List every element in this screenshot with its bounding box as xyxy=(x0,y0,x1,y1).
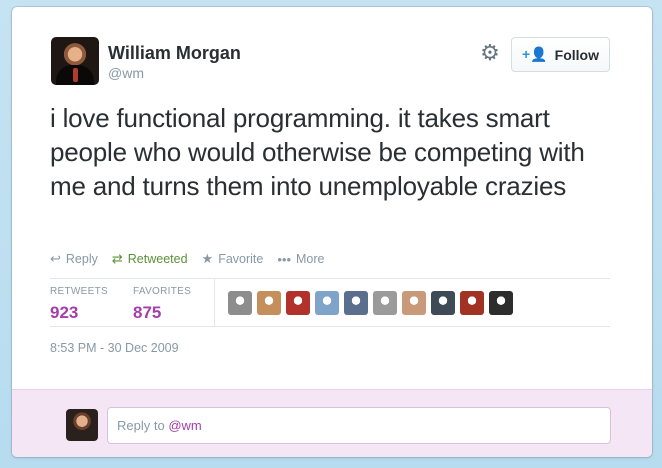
favoriter-avatar[interactable] xyxy=(286,291,310,315)
user-name[interactable]: William Morgan xyxy=(108,43,241,64)
more-action[interactable]: ••• More xyxy=(277,252,324,267)
star-icon: ★ xyxy=(201,251,214,266)
user-handle[interactable]: @wm xyxy=(108,65,144,81)
favoriter-avatar[interactable] xyxy=(460,291,484,315)
favoriter-avatar[interactable] xyxy=(315,291,339,315)
favorite-action[interactable]: ★ Favorite xyxy=(202,251,264,267)
retweet-action-label: Retweeted xyxy=(127,252,188,266)
favoriter-avatar[interactable] xyxy=(489,291,513,315)
retweet-icon: ⇄ xyxy=(111,251,123,266)
more-dots-icon: ••• xyxy=(277,251,292,267)
favoriter-avatar[interactable] xyxy=(344,291,368,315)
favorites-count: 875 xyxy=(133,303,162,322)
tweet-actions: ↩ Reply ⇄ Retweeted ★ Favorite ••• More xyxy=(50,251,325,267)
favoriter-avatar[interactable] xyxy=(431,291,455,315)
user-avatar[interactable] xyxy=(51,37,99,85)
stats-bottom-divider xyxy=(50,326,610,327)
tweet-text: i love functional programming. it takes … xyxy=(50,103,585,201)
tweet-card: William Morgan @wm ⚙ +👤 Follow i love fu… xyxy=(12,7,652,457)
favoriter-avatar[interactable] xyxy=(402,291,426,315)
follow-button[interactable]: +👤 Follow xyxy=(511,37,610,72)
more-action-label: More xyxy=(296,252,325,266)
retweet-action[interactable]: ⇄ Retweeted xyxy=(112,251,188,267)
follow-label: Follow xyxy=(554,46,599,63)
favoriter-avatar[interactable] xyxy=(257,291,281,315)
reply-mention: @wm xyxy=(168,418,202,433)
reply-action-label: Reply xyxy=(65,252,98,266)
reply-input[interactable]: Reply to @wm xyxy=(107,407,611,444)
reply-action[interactable]: ↩ Reply xyxy=(50,251,98,267)
viewer-avatar xyxy=(66,409,98,441)
retweets-stat[interactable]: RETWEETS 923 xyxy=(50,286,108,323)
favorites-stat[interactable]: FAVORITES 875 xyxy=(133,286,191,323)
tweet-timestamp[interactable]: 8:53 PM - 30 Dec 2009 xyxy=(50,341,179,355)
favorites-label: FAVORITES xyxy=(133,286,192,297)
favoriter-avatar[interactable] xyxy=(373,291,397,315)
stats-top-divider xyxy=(50,278,610,279)
reply-area: Reply to @wm xyxy=(12,389,652,457)
favoriter-avatars xyxy=(228,291,513,315)
avatar-tie xyxy=(73,68,78,82)
favoriter-avatar[interactable] xyxy=(228,291,252,315)
favorite-action-label: Favorite xyxy=(218,252,264,266)
reply-placeholder: Reply to xyxy=(117,418,169,433)
retweets-count: 923 xyxy=(50,303,79,322)
add-user-icon: +👤 xyxy=(522,46,548,62)
retweets-label: RETWEETS xyxy=(50,286,108,297)
reply-icon: ↩ xyxy=(50,251,61,266)
stats-separator xyxy=(214,278,215,326)
gear-icon[interactable]: ⚙ xyxy=(479,42,501,64)
